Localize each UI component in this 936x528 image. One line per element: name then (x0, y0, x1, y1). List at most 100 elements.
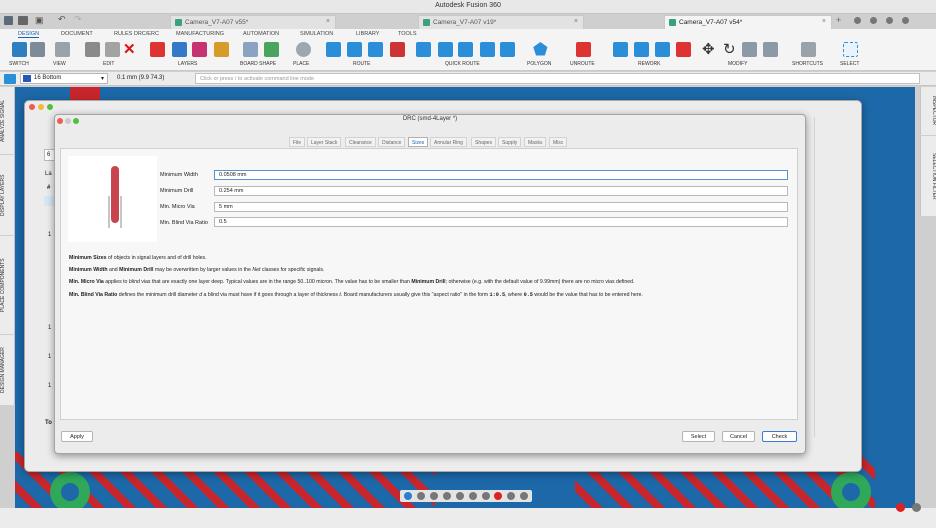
layer-select[interactable]: 16 Bottom ▾ (20, 73, 108, 84)
ribbon-tab-simulation[interactable]: SIMULATION (300, 31, 333, 37)
ribbon-tab-rules[interactable]: RULES DRC/ERC (114, 31, 159, 37)
drc-tab-file[interactable]: File (289, 137, 306, 147)
ribbon-group-layers[interactable]: LAYERS (178, 61, 197, 67)
rotate-icon[interactable]: ↻ (723, 40, 736, 58)
app-grid-icon[interactable] (4, 16, 13, 25)
zoom-in-icon[interactable] (443, 492, 451, 500)
close-window-icon[interactable] (29, 104, 35, 110)
ribbon-group-quick-route[interactable]: QUICK ROUTE (445, 61, 480, 67)
drc-tab-misc[interactable]: Misc (549, 137, 568, 147)
polygon-icon[interactable]: ⬟ (533, 40, 548, 60)
close-icon[interactable]: × (822, 18, 826, 25)
layer-settings-icon[interactable] (214, 42, 229, 57)
ribbon-group-unroute[interactable]: UNROUTE (570, 61, 595, 67)
ribbon-group-select[interactable]: SELECT (840, 61, 859, 67)
panel-display-layers[interactable]: DISPLAY LAYERS (0, 155, 15, 235)
drc-tab-masks[interactable]: Masks (524, 137, 547, 147)
copy-icon[interactable] (85, 42, 100, 57)
rework-arc-icon[interactable] (676, 42, 691, 57)
check-button[interactable]: Check (762, 431, 797, 442)
command-line-input[interactable]: Click or press / to activate command lin… (195, 73, 920, 84)
ribbon-group-edit[interactable]: EDIT (103, 61, 114, 67)
wrench-icon[interactable] (742, 42, 757, 57)
layers-pink-icon[interactable] (192, 42, 207, 57)
tab-doc-1[interactable]: Camera_V7-A07 v55* × (170, 15, 336, 29)
panel-place-components[interactable]: PLACE COMPONENTS (0, 236, 15, 334)
route-multi-icon[interactable] (347, 42, 362, 57)
minimum-width-input[interactable]: 0.0508 mm (214, 170, 788, 180)
notifications-icon[interactable] (870, 17, 877, 24)
zoom-out-icon[interactable] (456, 492, 464, 500)
shortcuts-icon[interactable] (801, 42, 816, 57)
layers-toggle-icon[interactable] (507, 492, 515, 500)
select-button[interactable]: Select (682, 431, 715, 442)
quick-route-3-icon[interactable] (458, 42, 473, 57)
cancel-button[interactable]: Cancel (722, 431, 755, 442)
zoom-window-icon[interactable] (469, 492, 477, 500)
grid-icon[interactable] (55, 42, 70, 57)
eye-icon[interactable] (417, 492, 425, 500)
ribbon-group-route[interactable]: ROUTE (353, 61, 371, 67)
minimum-drill-input[interactable]: 0.254 mm (214, 186, 788, 196)
quick-route-icon[interactable] (416, 42, 431, 57)
layers-blue-icon[interactable] (172, 42, 187, 57)
panel-design-manager[interactable]: DESIGN MANAGER (0, 335, 15, 405)
stop-icon[interactable] (494, 492, 502, 500)
drc-tab-layer-stack[interactable]: Layer Stack (307, 137, 342, 147)
move-icon[interactable]: ✥ (702, 40, 715, 58)
maximize-window-icon[interactable] (73, 118, 79, 124)
redo-icon[interactable]: ↷ (74, 14, 82, 25)
rework-arrow-icon[interactable] (634, 42, 649, 57)
quick-route-4-icon[interactable] (480, 42, 495, 57)
delete-icon[interactable]: ✕ (123, 40, 136, 58)
ribbon-group-shortcuts[interactable]: SHORTCUTS (792, 61, 823, 67)
route-diff-icon[interactable] (368, 42, 383, 57)
unroute-icon[interactable] (576, 42, 591, 57)
switch-icon[interactable] (12, 42, 27, 57)
min-micro-via-input[interactable]: 5 mm (214, 202, 788, 212)
drc-tab-sizes[interactable]: Sizes (408, 137, 429, 147)
ribbon-tab-automation[interactable]: AUTOMATION (243, 31, 279, 37)
file-menu-icon[interactable] (18, 16, 28, 25)
ribbon-group-rework[interactable]: REWORK (638, 61, 661, 67)
paste-icon[interactable] (105, 42, 120, 57)
panel-inspector[interactable]: INSPECTOR (920, 87, 936, 135)
board-shape-icon[interactable] (264, 42, 279, 57)
tab-doc-2[interactable]: Camera_V7-A07 v19* × (418, 15, 584, 29)
route-icon[interactable] (326, 42, 341, 57)
help-icon[interactable] (902, 17, 909, 24)
panel-analyze-signal[interactable]: ANALYZE SIGNAL (0, 87, 15, 154)
info-icon[interactable] (404, 492, 412, 500)
jobs-icon[interactable] (854, 17, 861, 24)
minimize-window-icon[interactable] (65, 118, 71, 124)
quick-route-5-icon[interactable] (500, 42, 515, 57)
error-icon[interactable] (896, 503, 905, 512)
drc-tab-clearance[interactable]: Clearance (345, 137, 376, 147)
close-icon[interactable]: × (574, 18, 578, 25)
select-icon[interactable] (843, 42, 858, 57)
ribbon-group-polygon[interactable]: POLYGON (527, 61, 551, 67)
minimize-window-icon[interactable] (38, 104, 44, 110)
ribbon-tab-manufacturing[interactable]: MANUFACTURING (176, 31, 224, 37)
ribbon-tab-document[interactable]: DOCUMENT (61, 31, 93, 37)
ribbon-tab-tools[interactable]: TOOLS (398, 31, 417, 37)
drc-tab-annular-ring[interactable]: Annular Ring (430, 137, 467, 147)
zoom-fit-icon[interactable] (430, 492, 438, 500)
drc-tab-shapes[interactable]: Shapes (471, 137, 496, 147)
ribbon-group-switch[interactable]: SWITCH (9, 61, 29, 67)
settings-icon[interactable] (886, 17, 893, 24)
board-outline-icon[interactable] (243, 42, 258, 57)
undo-icon[interactable]: ↶ (58, 14, 66, 25)
panel-selection-filter[interactable]: SELECTION FILTER (920, 136, 936, 216)
rework-line-icon[interactable] (613, 42, 628, 57)
save-icon[interactable]: ▣ (35, 15, 44, 26)
layer-toggle-icon[interactable] (4, 74, 16, 84)
close-icon[interactable]: × (326, 18, 330, 25)
apply-button[interactable]: Apply (61, 431, 93, 442)
tab-doc-3[interactable]: Camera_V7-A07 v54* × (664, 15, 832, 29)
switch-board-icon[interactable] (30, 42, 45, 57)
ribbon-tab-design[interactable]: DESIGN (18, 31, 40, 38)
filter-icon[interactable] (520, 492, 528, 500)
ribbon-group-place[interactable]: PLACE (293, 61, 309, 67)
quick-route-2-icon[interactable] (438, 42, 453, 57)
